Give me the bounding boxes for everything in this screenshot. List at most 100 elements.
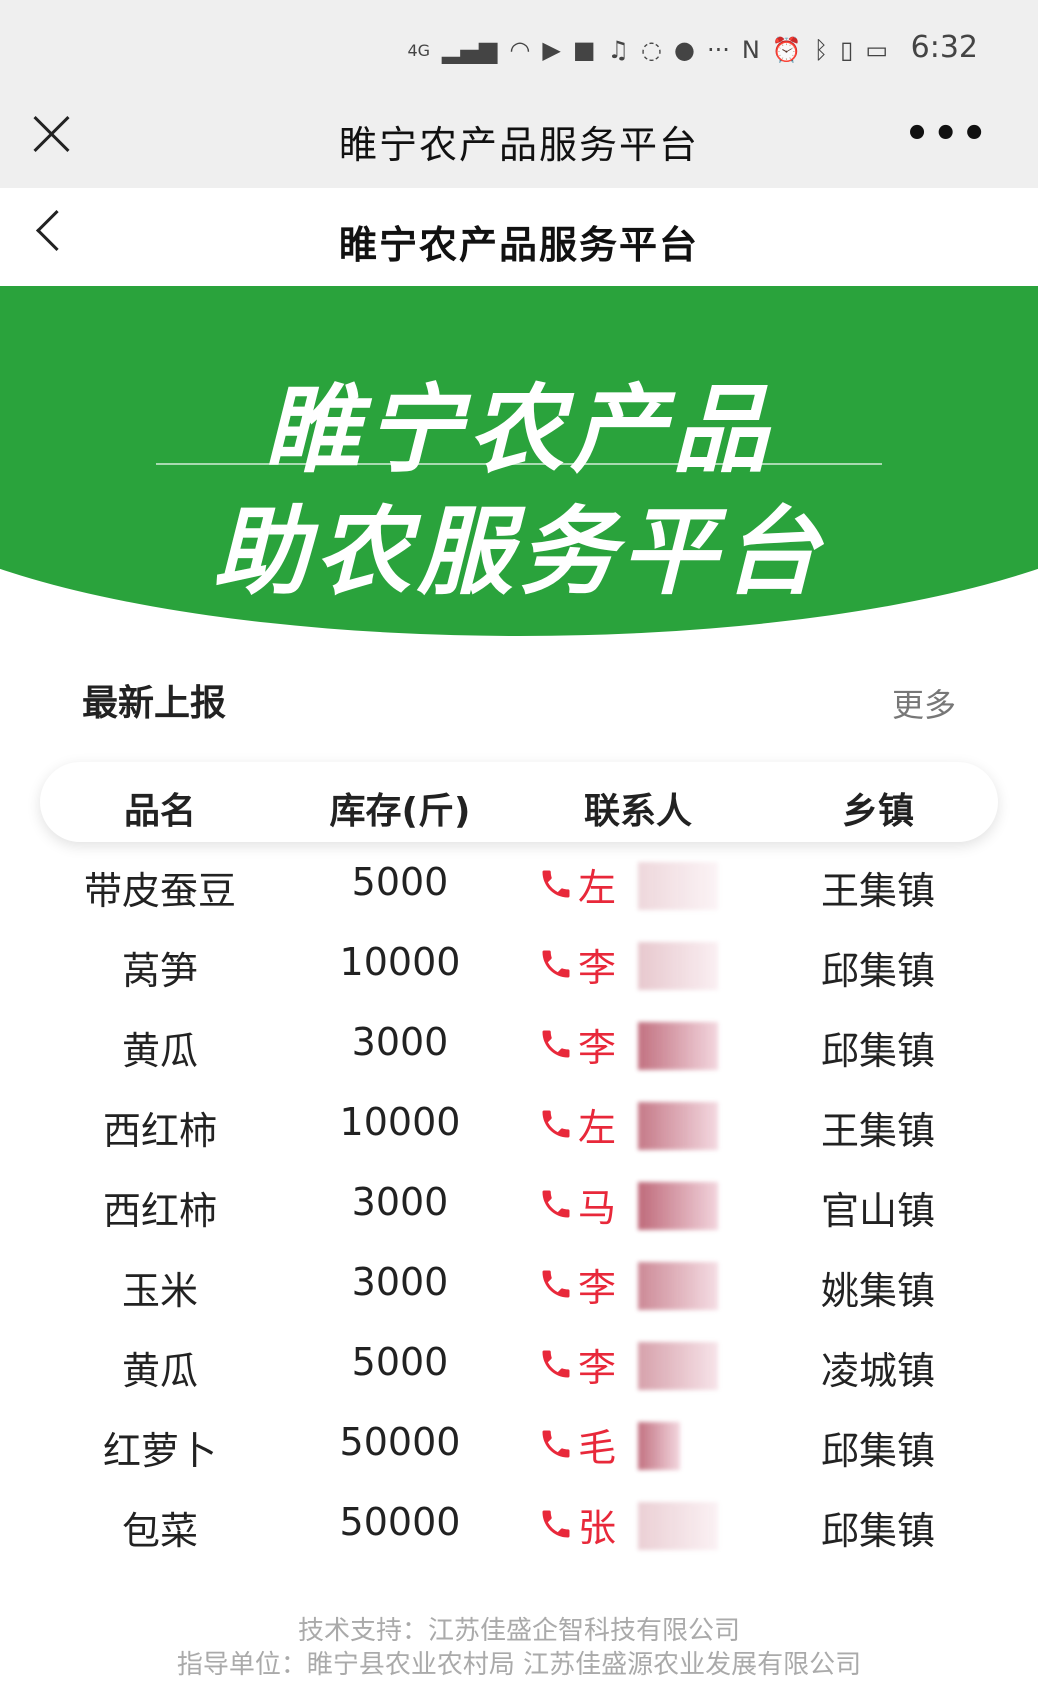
alarm-icon: ⏰ xyxy=(771,36,802,64)
status-icons: 4G ▂▄▆ ◠ ▶ ■ ♫ ◌ ● ··· N ⏰ ᛒ ▯ ▭ xyxy=(407,32,888,68)
signal-icon: 4G xyxy=(407,40,431,60)
status-time: 6:32 xyxy=(910,30,978,65)
contact-link[interactable]: 李 xyxy=(538,940,718,990)
more-link[interactable]: 更多 xyxy=(892,680,956,726)
contact-link[interactable]: 毛 xyxy=(538,1420,718,1470)
table-row[interactable]: 黄瓜 3000 李 邱集镇 xyxy=(0,1002,1038,1082)
table-row[interactable]: 西红柿 10000 左 王集镇 xyxy=(0,1082,1038,1162)
table-row[interactable]: 红萝卜 50000 毛 邱集镇 xyxy=(0,1402,1038,1482)
town-name: 王集镇 xyxy=(820,869,935,913)
product-name: 黄瓜 xyxy=(121,1349,198,1393)
table-row[interactable]: 带皮蚕豆 5000 左 王集镇 xyxy=(0,842,1038,922)
contact-link[interactable]: 李 xyxy=(538,1340,718,1390)
phone-icon xyxy=(542,1190,570,1218)
browser-header: 睢宁农产品服务平台 ••• xyxy=(0,92,1038,188)
town-name: 凌城镇 xyxy=(820,1349,935,1393)
product-name: 莴笋 xyxy=(121,949,198,993)
product-name: 黄瓜 xyxy=(121,1029,198,1073)
town-name: 邱集镇 xyxy=(820,949,935,993)
phone-icon xyxy=(542,1030,570,1058)
header-stock: 库存(斤) xyxy=(329,791,471,832)
message-icon: ◌ xyxy=(641,36,662,64)
stock-value: 3000 xyxy=(351,1020,449,1064)
product-name: 玉米 xyxy=(121,1269,198,1313)
stock-value: 3000 xyxy=(351,1180,449,1224)
town-name: 邱集镇 xyxy=(820,1029,935,1073)
phone-icon xyxy=(542,1350,570,1378)
page-nav: 睢宁农产品服务平台 xyxy=(0,188,1038,288)
stock-value: 5000 xyxy=(351,1340,449,1384)
town-name: 官山镇 xyxy=(820,1189,935,1233)
more-options-icon[interactable]: ••• xyxy=(904,114,990,154)
contact-name: 马 xyxy=(578,1185,617,1230)
contact-link[interactable]: 马 xyxy=(538,1180,718,1230)
stock-value: 3000 xyxy=(351,1260,449,1304)
page: 4G ▂▄▆ ◠ ▶ ■ ♫ ◌ ● ··· N ⏰ ᛒ ▯ ▭ 6:32 睢宁… xyxy=(0,0,1038,1682)
phone-icon xyxy=(542,870,570,898)
product-name: 西红柿 xyxy=(102,1109,217,1153)
contact-name: 左 xyxy=(578,1105,617,1150)
stock-value: 50000 xyxy=(339,1420,461,1464)
stock-value: 10000 xyxy=(339,940,461,984)
more-notifications-icon: ··· xyxy=(706,36,730,64)
redacted-block xyxy=(638,1182,718,1230)
contact-link[interactable]: 张 xyxy=(538,1500,718,1550)
phone-icon xyxy=(542,950,570,978)
phone-icon xyxy=(542,1510,570,1538)
contact-name: 毛 xyxy=(578,1425,617,1470)
product-name: 包菜 xyxy=(121,1509,198,1553)
section-title: 最新上报 xyxy=(82,683,227,724)
redacted-block xyxy=(638,1102,718,1150)
product-name: 西红柿 xyxy=(102,1189,217,1233)
town-name: 姚集镇 xyxy=(820,1269,935,1313)
contact-name: 李 xyxy=(578,945,617,990)
contact-link[interactable]: 李 xyxy=(538,1020,718,1070)
contact-link[interactable]: 李 xyxy=(538,1260,718,1310)
chat-icon: ● xyxy=(674,36,695,64)
page-title: 睢宁农产品服务平台 xyxy=(338,223,699,267)
contact-name: 左 xyxy=(578,865,617,910)
stock-value: 5000 xyxy=(351,860,449,904)
redacted-block xyxy=(638,942,718,990)
bluetooth-icon: ᛒ xyxy=(813,36,829,64)
banner-title-line1: 睢宁农产品 xyxy=(264,374,774,486)
phone-icon xyxy=(542,1430,570,1458)
wifi-icon: ◠ xyxy=(509,36,531,64)
vibrate-icon: ▯ xyxy=(840,36,854,64)
table-row[interactable]: 莴笋 10000 李 邱集镇 xyxy=(0,922,1038,1002)
redacted-block xyxy=(638,1342,718,1390)
town-name: 邱集镇 xyxy=(820,1429,935,1473)
header-name: 品名 xyxy=(123,791,196,832)
phone-icon xyxy=(542,1270,570,1298)
stock-value: 50000 xyxy=(339,1500,461,1544)
table-body: 带皮蚕豆 5000 左 王集镇 莴笋 10000 李 邱集镇 黄瓜 3000 李… xyxy=(0,842,1038,1562)
browser-title: 睢宁农产品服务平台 xyxy=(338,123,699,167)
table-row[interactable]: 包菜 50000 张 邱集镇 xyxy=(0,1482,1038,1562)
table-row[interactable]: 玉米 3000 李 姚集镇 xyxy=(0,1242,1038,1322)
banner-title-line2: 助农服务平台 xyxy=(213,496,825,608)
contact-link[interactable]: 左 xyxy=(538,1100,718,1150)
header-contact: 联系人 xyxy=(583,791,692,832)
table-row[interactable]: 黄瓜 5000 李 凌城镇 xyxy=(0,1322,1038,1402)
town-name: 邱集镇 xyxy=(820,1509,935,1553)
table-row[interactable]: 西红柿 3000 马 官山镇 xyxy=(0,1162,1038,1242)
product-name: 带皮蚕豆 xyxy=(83,869,236,913)
music-icon: ♫ xyxy=(607,36,630,64)
battery-icon: ▭ xyxy=(865,36,888,64)
app-notification-icon: ▶ xyxy=(542,36,561,64)
footer-tech-support: 技术支持：江苏佳盛企智科技有限公司 xyxy=(297,1616,740,1646)
redacted-block xyxy=(638,1502,718,1550)
contact-name: 李 xyxy=(578,1265,617,1310)
header-town: 乡镇 xyxy=(841,791,914,832)
contact-name: 李 xyxy=(578,1345,617,1390)
contact-name: 李 xyxy=(578,1025,617,1070)
contact-link[interactable]: 左 xyxy=(538,860,718,910)
banner-divider xyxy=(156,463,882,465)
product-name: 红萝卜 xyxy=(102,1429,217,1473)
table-header: 品名 库存(斤) 联系人 乡镇 xyxy=(40,762,998,842)
nfc-icon: N xyxy=(741,36,760,64)
contact-name: 张 xyxy=(578,1505,617,1550)
stock-value: 10000 xyxy=(339,1100,461,1144)
signal-bars-icon: ▂▄▆ xyxy=(442,36,498,64)
redacted-block xyxy=(638,1262,718,1310)
